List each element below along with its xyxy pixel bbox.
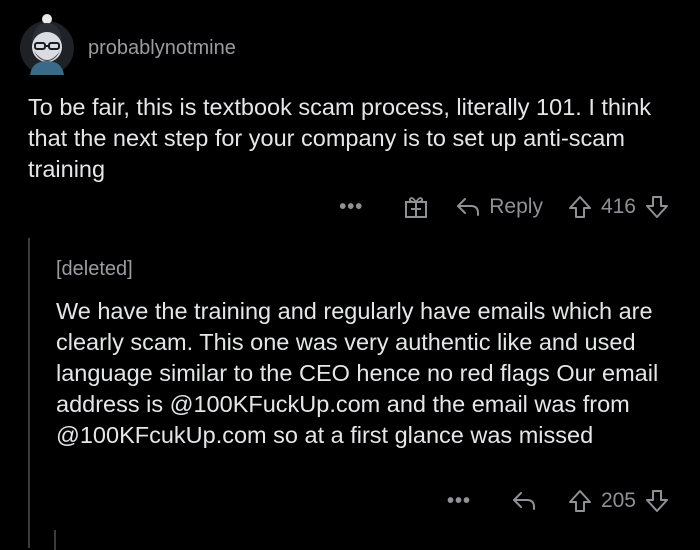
comment-header: probablynotmine: [20, 14, 236, 76]
nested-thread-line[interactable]: [54, 530, 56, 550]
reply-action-bar: ••• 205: [447, 484, 670, 518]
comment-author[interactable]: probablynotmine: [88, 37, 236, 60]
gift-icon[interactable]: [403, 194, 429, 220]
vote-count: 416: [600, 195, 636, 218]
more-options-button[interactable]: •••: [447, 490, 471, 513]
comment-action-bar: ••• Reply 416: [339, 190, 670, 224]
downvote-arrow-icon[interactable]: [644, 194, 670, 220]
avatar-icon: [30, 14, 64, 75]
vote-count: 205: [600, 489, 636, 512]
thread-line[interactable]: [28, 238, 30, 548]
upvote-arrow-icon[interactable]: [567, 194, 593, 220]
reply-button[interactable]: Reply: [455, 195, 567, 219]
comment-body: To be fair, this is textbook scam proces…: [28, 94, 652, 182]
reply-comment-body: We have the training and regularly have …: [56, 298, 659, 448]
reply-label: Reply: [489, 195, 543, 218]
avatar[interactable]: [20, 14, 74, 75]
reply-arrow-icon[interactable]: [511, 490, 537, 512]
more-options-button[interactable]: •••: [339, 196, 363, 219]
comment-author-deleted: [deleted]: [56, 258, 133, 280]
upvote-arrow-icon[interactable]: [567, 488, 593, 514]
downvote-arrow-icon[interactable]: [644, 488, 670, 514]
reply-arrow-icon: [455, 196, 481, 218]
